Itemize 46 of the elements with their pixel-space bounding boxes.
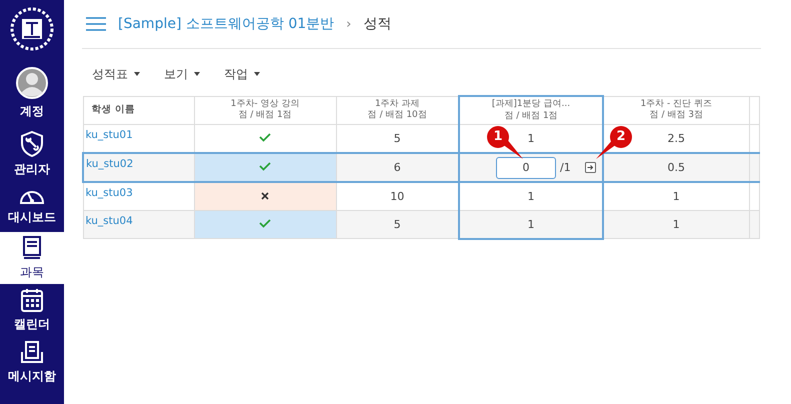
score-text: 5 bbox=[394, 132, 401, 145]
student-link[interactable]: ku_stu03 bbox=[86, 187, 133, 199]
score-input[interactable]: 0 bbox=[496, 156, 556, 178]
score-text: 10 bbox=[390, 190, 404, 203]
column-header[interactable]: 학생 이름 bbox=[83, 96, 194, 124]
sidebar-item[interactable]: 메시지함 bbox=[0, 336, 64, 388]
score-text: 1 bbox=[528, 218, 534, 231]
page-title: 성적 bbox=[363, 15, 392, 33]
dropdown-menu-button[interactable]: 작업 bbox=[224, 67, 260, 81]
sidebar-item[interactable]: 캘린더 bbox=[0, 284, 64, 336]
column-header[interactable]: 1주차 과제 점 / 배점 10점 bbox=[336, 96, 459, 124]
sidebar-item[interactable]: 대시보드 bbox=[0, 180, 64, 232]
menu-icon[interactable] bbox=[86, 17, 106, 31]
dropdown-menu-button[interactable]: 보기 bbox=[164, 67, 200, 81]
sidebar-item[interactable]: 과목 bbox=[0, 232, 64, 284]
score-text: 1 bbox=[672, 190, 680, 203]
inbox-icon bbox=[20, 340, 44, 364]
score-text: 5 bbox=[394, 218, 401, 231]
column-header[interactable]: 1주차 - 진단 퀴즈 점 / 배점 3점 bbox=[603, 96, 749, 124]
checkmark-icon bbox=[259, 219, 271, 228]
checkmark-icon bbox=[259, 162, 271, 171]
score-text: 0.5 bbox=[668, 161, 685, 174]
sidebar-item[interactable]: 관리자 bbox=[0, 128, 64, 180]
checkmark-icon bbox=[259, 133, 271, 142]
sidebar-item[interactable]: 계정 bbox=[0, 58, 64, 128]
dropdown-menu-button[interactable]: 성적표 bbox=[92, 67, 140, 81]
breadcrumb-separator: › bbox=[346, 16, 352, 32]
score-text: 2.5 bbox=[668, 132, 685, 145]
points-total: /1 bbox=[560, 161, 571, 174]
score-text: 1 bbox=[672, 218, 680, 231]
column-header[interactable]: 1주차- 영상 강의 점 / 배점 1점 bbox=[194, 96, 336, 124]
score-text: 6 bbox=[394, 161, 401, 174]
emblem-icon bbox=[10, 7, 54, 51]
avatar-icon bbox=[16, 66, 48, 98]
shield-wrench-icon bbox=[20, 130, 44, 156]
column-header[interactable]: [과제]1분당 급여... 점 / 배점 1점 bbox=[459, 96, 603, 124]
breadcrumb-link[interactable]: [Sample] 소프트웨어공학 01분반 bbox=[118, 15, 334, 33]
student-link[interactable]: ku_stu01 bbox=[86, 129, 133, 141]
book-icon bbox=[22, 236, 42, 260]
calendar-icon bbox=[21, 288, 43, 312]
score-text: 1 bbox=[528, 190, 534, 203]
student-link[interactable]: ku_stu02 bbox=[86, 158, 134, 170]
score-text: 1 bbox=[528, 132, 534, 145]
open-detail-icon[interactable] bbox=[585, 162, 596, 173]
cross-icon bbox=[261, 192, 269, 200]
student-link[interactable]: ku_stu04 bbox=[86, 215, 133, 227]
